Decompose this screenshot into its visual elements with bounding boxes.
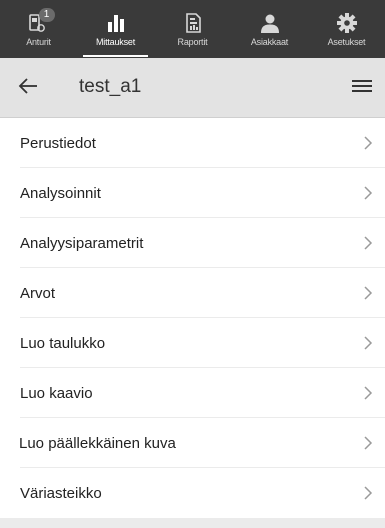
back-button[interactable] bbox=[14, 74, 42, 102]
page-title: test_a1 bbox=[79, 76, 142, 97]
list-item-perustiedot[interactable]: Perustiedot bbox=[0, 118, 385, 168]
chevron-right-icon bbox=[364, 386, 373, 400]
chevron-right-icon bbox=[364, 136, 373, 150]
list-item-label: Väriasteikko bbox=[20, 484, 102, 502]
tab-raportit[interactable]: Raportit bbox=[154, 0, 231, 58]
chevron-right-icon bbox=[364, 336, 373, 350]
tab-label: Anturit bbox=[26, 37, 51, 47]
list-item-luo-paallekkainen-kuva[interactable]: Luo päällekkäinen kuva bbox=[0, 418, 385, 468]
tab-anturit[interactable]: 1 Anturit bbox=[0, 0, 77, 58]
list-item-variasteikko[interactable]: Väriasteikko bbox=[0, 468, 385, 518]
measurement-menu-list: Perustiedot Analysoinnit Analyysiparamet… bbox=[0, 118, 385, 518]
tab-mittaukset[interactable]: Mittaukset bbox=[77, 0, 154, 58]
chevron-right-icon bbox=[364, 436, 373, 450]
list-item-arvot[interactable]: Arvot bbox=[0, 268, 385, 318]
list-item-label: Arvot bbox=[20, 284, 56, 302]
list-item-luo-taulukko[interactable]: Luo taulukko bbox=[0, 318, 385, 368]
list-item-analysoinnit[interactable]: Analysoinnit bbox=[0, 168, 385, 218]
gear-icon bbox=[336, 12, 358, 34]
notification-badge: 1 bbox=[38, 8, 55, 22]
chevron-right-icon bbox=[364, 486, 373, 500]
tab-label: Asetukset bbox=[327, 37, 366, 47]
list-item-label: Luo päällekkäinen kuva bbox=[19, 434, 176, 452]
chevron-right-icon bbox=[364, 236, 373, 250]
list-item-analyysiparametrit[interactable]: Analyysiparametrit bbox=[0, 218, 385, 268]
list-item-label: Perustiedot bbox=[20, 134, 96, 152]
tab-label: Raportit bbox=[177, 37, 208, 47]
sensor-icon: 1 bbox=[28, 8, 55, 34]
page-header: test_a1 bbox=[0, 58, 385, 118]
chevron-right-icon bbox=[364, 286, 373, 300]
list-item-label: Analyysiparametrit bbox=[20, 234, 144, 252]
menu-button[interactable] bbox=[349, 75, 375, 101]
tab-label: Mittaukset bbox=[95, 37, 135, 47]
tab-asiakkaat[interactable]: Asiakkaat bbox=[231, 0, 308, 58]
list-item-label: Analysoinnit bbox=[20, 184, 101, 202]
list-item-luo-kaavio[interactable]: Luo kaavio bbox=[0, 368, 385, 418]
top-navigation-bar: 1 Anturit Mittaukset Raportit Asiakkaat … bbox=[0, 0, 385, 58]
user-icon bbox=[259, 12, 281, 34]
report-icon bbox=[182, 12, 204, 34]
list-item-label: Luo taulukko bbox=[20, 334, 106, 352]
bottom-spacer bbox=[0, 518, 385, 528]
arrow-left-icon bbox=[18, 77, 38, 100]
chevron-right-icon bbox=[364, 186, 373, 200]
bar-chart-icon bbox=[105, 12, 127, 34]
tab-asetukset[interactable]: Asetukset bbox=[308, 0, 385, 58]
list-item-label: Luo kaavio bbox=[20, 384, 93, 402]
hamburger-menu-icon bbox=[352, 78, 372, 99]
tab-label: Asiakkaat bbox=[250, 37, 289, 47]
